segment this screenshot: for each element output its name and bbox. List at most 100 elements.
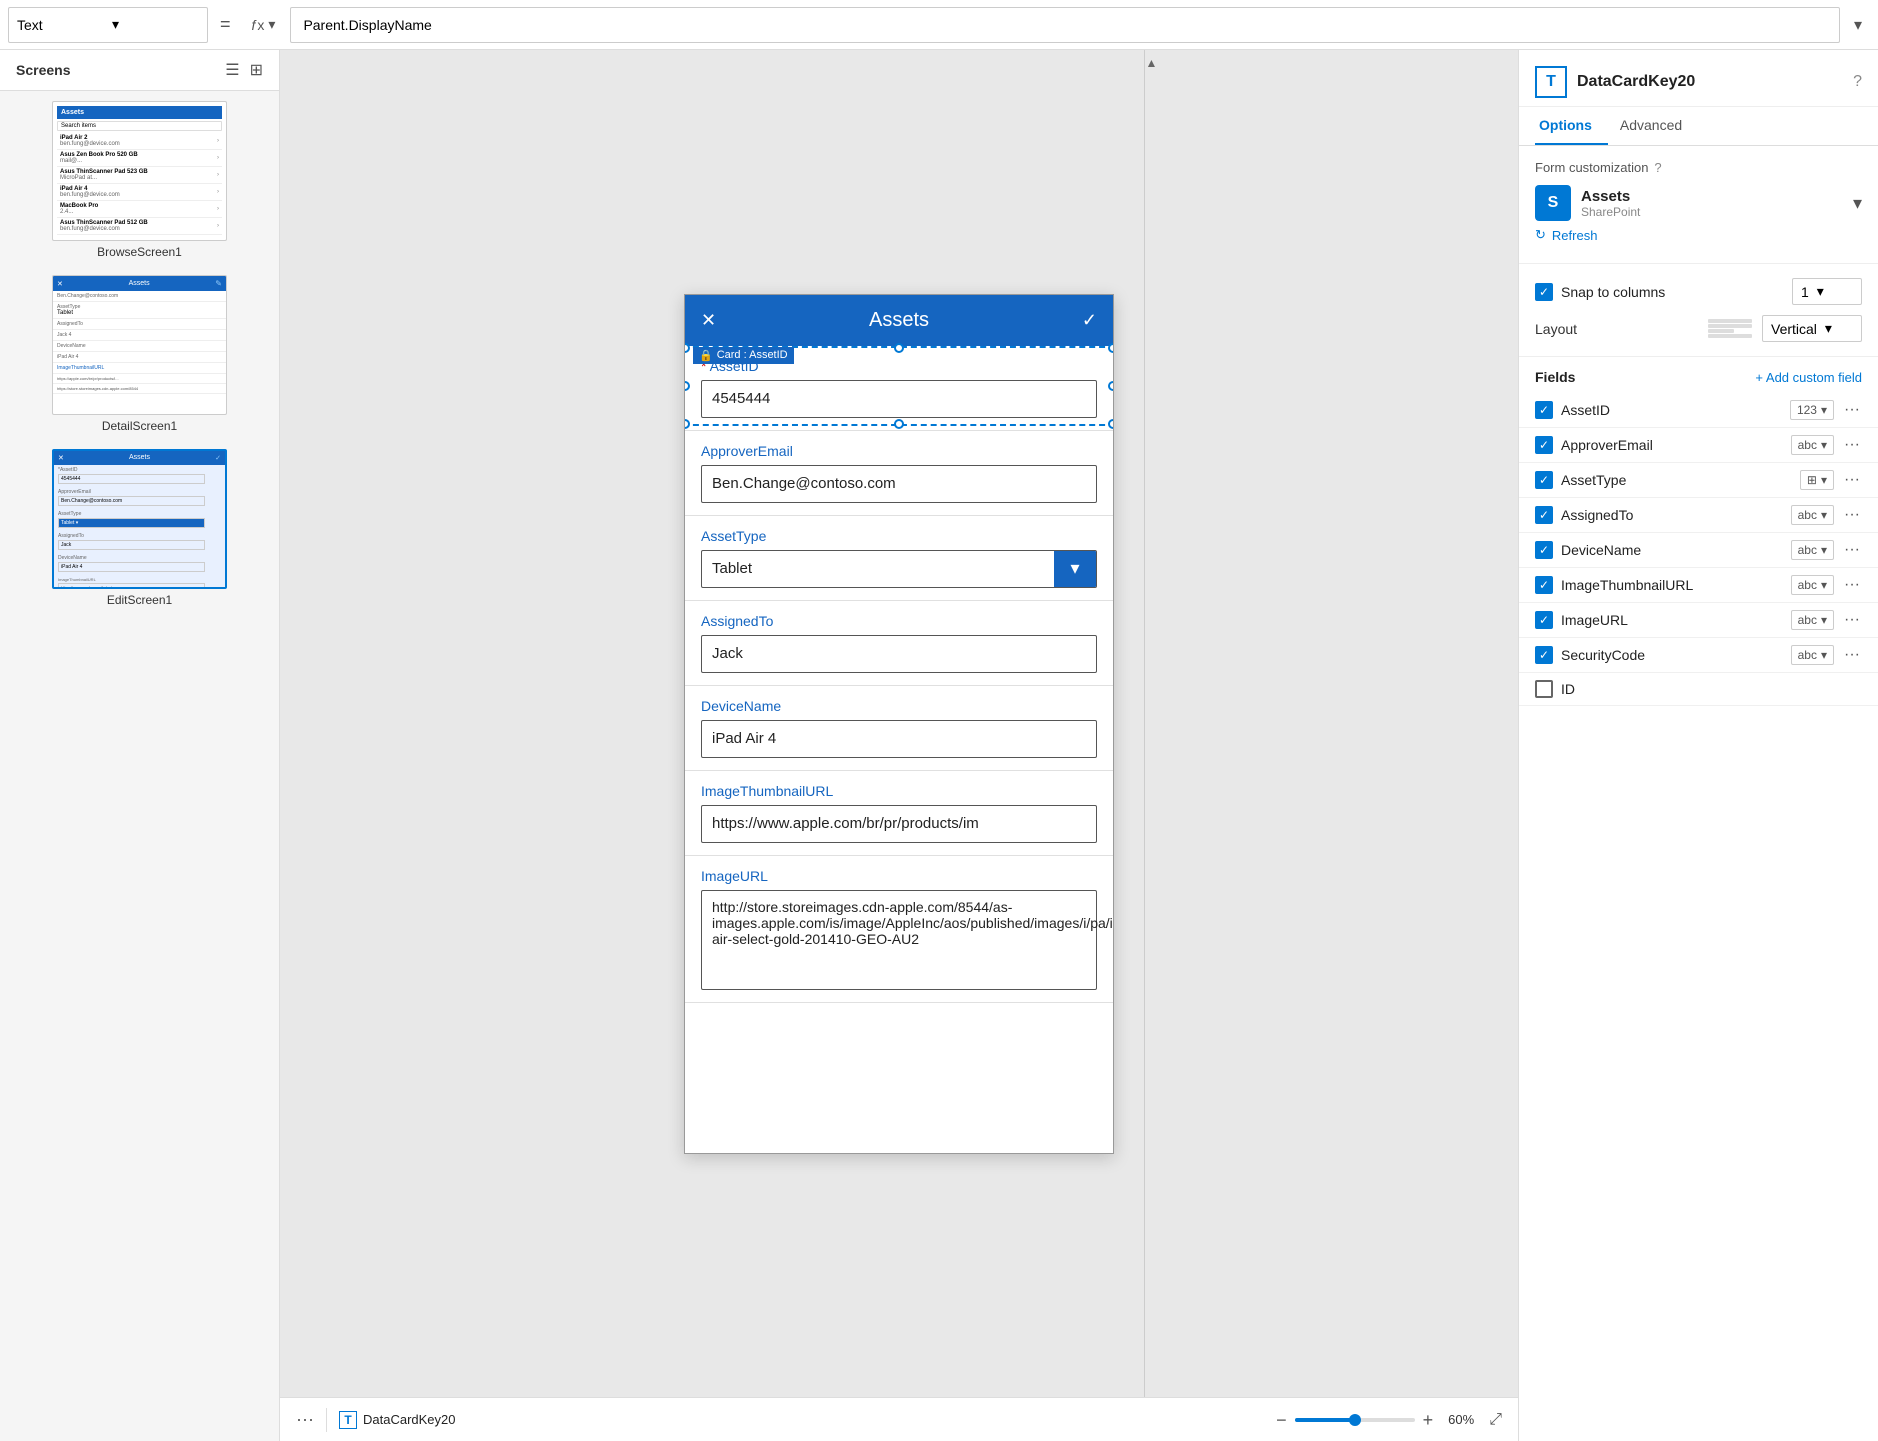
refresh-button[interactable]: ↻ Refresh	[1535, 221, 1862, 249]
lock-icon: 🔒	[699, 349, 713, 362]
columns-select[interactable]: 1 ▾	[1792, 278, 1862, 305]
equals-sign: =	[214, 14, 237, 35]
imageurl-input[interactable]: http://store.storeimages.cdn-apple.com/8…	[701, 890, 1097, 990]
screen-item-edit[interactable]: ✕ Assets ✓ *AssetID 4545444 ApproverEmai…	[10, 449, 269, 607]
imageurl-type[interactable]: abc ▾	[1791, 610, 1834, 630]
field-row-imagethumbnailurl[interactable]: ✓ ImageThumbnailURL abc ▾ ···	[1519, 568, 1878, 603]
field-name-id: ID	[1561, 681, 1862, 697]
help-icon[interactable]: ?	[1853, 73, 1862, 91]
layout-value: Vertical	[1771, 321, 1817, 337]
field-row-securitycode[interactable]: ✓ SecurityCode abc ▾ ···	[1519, 638, 1878, 673]
datasource-name: Assets	[1581, 188, 1640, 205]
field-name-assetid: AssetID	[1561, 402, 1782, 418]
assignedto-type[interactable]: abc ▾	[1791, 505, 1834, 525]
imageurl-checkbox[interactable]: ✓	[1535, 611, 1553, 629]
field-row-id[interactable]: ID	[1519, 673, 1878, 706]
component-type-dropdown[interactable]: Text ▾	[8, 7, 208, 43]
zoom-slider[interactable]	[1295, 1418, 1415, 1422]
type-chevron-icon: ▾	[1821, 508, 1827, 522]
imageurl-more-icon[interactable]: ···	[1842, 611, 1862, 629]
assettype-checkbox[interactable]: ✓	[1535, 471, 1553, 489]
tab-advanced[interactable]: Advanced	[1616, 107, 1698, 145]
snap-left: ✓ Snap to columns	[1535, 283, 1665, 301]
add-custom-field-button[interactable]: + Add custom field	[1755, 370, 1862, 385]
securitycode-type[interactable]: abc ▾	[1791, 645, 1834, 665]
approveremail-more-icon[interactable]: ···	[1842, 436, 1862, 454]
devicename-checkbox[interactable]: ✓	[1535, 541, 1553, 559]
more-options-button[interactable]: ···	[296, 1409, 314, 1430]
devicename-input[interactable]: iPad Air 4	[701, 720, 1097, 758]
assignedto-label: AssignedTo	[701, 613, 1097, 629]
fx-button[interactable]: fx ▾	[243, 11, 285, 38]
assettype-dropdown-btn[interactable]: ▾	[1054, 551, 1096, 587]
imagethumbnailurl-type[interactable]: abc ▾	[1791, 575, 1834, 595]
assignedto-more-icon[interactable]: ···	[1842, 506, 1862, 524]
securitycode-more-icon[interactable]: ···	[1842, 646, 1862, 664]
approveremail-checkbox[interactable]: ✓	[1535, 436, 1553, 454]
grid-view-icon[interactable]: ⊞	[250, 60, 263, 80]
zoom-slider-thumb[interactable]	[1349, 1414, 1361, 1426]
assetid-checkbox[interactable]: ✓	[1535, 401, 1553, 419]
securitycode-checkbox[interactable]: ✓	[1535, 646, 1553, 664]
snap-checkbox[interactable]: ✓	[1535, 283, 1553, 301]
browse-item-1: iPad Air 2 ben.fung@device.com ›	[57, 133, 222, 150]
browse-item-2: Asus Zen Book Pro 520 GB mail@... ›	[57, 150, 222, 167]
screen-item-detail[interactable]: ✕ Assets ✎ Ben.Change@contoso.com AssetT…	[10, 275, 269, 433]
browse-screen-label: BrowseScreen1	[97, 245, 182, 259]
field-row-devicename[interactable]: ✓ DeviceName abc ▾ ···	[1519, 533, 1878, 568]
phone-check-icon[interactable]: ✓	[1082, 310, 1097, 331]
screen-item-browse[interactable]: Assets Search items iPad Air 2 ben.fung@…	[10, 101, 269, 259]
list-view-icon[interactable]: ☰	[225, 60, 239, 80]
data-source-row: S Assets SharePoint ▾	[1535, 185, 1862, 221]
separator	[326, 1408, 327, 1432]
devicename-more-icon[interactable]: ···	[1842, 541, 1862, 559]
datasource-chevron-icon[interactable]: ▾	[1853, 193, 1862, 214]
assetid-input[interactable]: 4545444	[701, 380, 1097, 418]
field-name-assettype: AssetType	[1561, 472, 1792, 488]
field-row-assettype[interactable]: ✓ AssetType ⊞ ▾ ···	[1519, 463, 1878, 498]
zoom-controls: − + 60% ⤢	[1276, 1411, 1502, 1429]
imagethumbnailurl-more-icon[interactable]: ···	[1842, 576, 1862, 594]
columns-chevron-icon: ▾	[1817, 283, 1824, 300]
assettype-more-icon[interactable]: ···	[1842, 471, 1862, 489]
id-checkbox[interactable]	[1535, 680, 1553, 698]
zoom-in-button[interactable]: +	[1423, 1411, 1434, 1429]
form-customization-help-icon[interactable]: ?	[1654, 160, 1661, 175]
phone-close-icon[interactable]: ✕	[701, 310, 716, 331]
formula-value: Parent.DisplayName	[303, 17, 431, 33]
assettype-dropdown[interactable]: Tablet ▾	[701, 550, 1097, 588]
card-label-text: Card : AssetID	[717, 349, 788, 361]
tab-options[interactable]: Options	[1535, 107, 1608, 145]
form-field-approveremail: ApproverEmail Ben.Change@contoso.com	[685, 431, 1113, 516]
field-row-assetid[interactable]: ✓ AssetID 123 ▾ ···	[1519, 393, 1878, 428]
field-name-approveremail: ApproverEmail	[1561, 437, 1783, 453]
assignedto-input[interactable]: Jack	[701, 635, 1097, 673]
assetid-type[interactable]: 123 ▾	[1790, 400, 1834, 420]
approveremail-type[interactable]: abc ▾	[1791, 435, 1834, 455]
zoom-out-button[interactable]: −	[1276, 1411, 1287, 1429]
imagethumbnailurl-checkbox[interactable]: ✓	[1535, 576, 1553, 594]
assetid-more-icon[interactable]: ···	[1842, 401, 1862, 419]
datacardkey-icon: T	[339, 1411, 357, 1429]
phone-frame: ✕ Assets ✓ 🔒 Card : AssetID	[684, 294, 1114, 1154]
field-row-imageurl[interactable]: ✓ ImageURL abc ▾ ···	[1519, 603, 1878, 638]
formula-chevron-icon[interactable]: ▾	[1846, 15, 1870, 35]
layout-select[interactable]: Vertical ▾	[1762, 315, 1862, 342]
canvas-scrollbar[interactable]: ▲	[1144, 50, 1158, 1397]
field-row-assignedto[interactable]: ✓ AssignedTo abc ▾ ···	[1519, 498, 1878, 533]
imagethumbnail-input[interactable]: https://www.apple.com/br/pr/products/im	[701, 805, 1097, 843]
datacardkey-panel-icon: T	[1535, 66, 1567, 98]
assignedto-checkbox[interactable]: ✓	[1535, 506, 1553, 524]
devicename-type[interactable]: abc ▾	[1791, 540, 1834, 560]
browse-item-3: Asus ThinScanner Pad 523 GB MicroPad at.…	[57, 167, 222, 184]
type-chevron-icon: ▾	[1821, 438, 1827, 452]
formula-input[interactable]: Parent.DisplayName	[290, 7, 1840, 43]
field-row-approveremail[interactable]: ✓ ApproverEmail abc ▾ ···	[1519, 428, 1878, 463]
expand-icon[interactable]: ⤢	[1489, 1411, 1502, 1429]
assettype-type[interactable]: ⊞ ▾	[1800, 470, 1834, 490]
approveremail-input[interactable]: Ben.Change@contoso.com	[701, 465, 1097, 503]
scroll-up-icon[interactable]: ▲	[1146, 56, 1158, 70]
form-customization-section: Form customization ? S Assets SharePoint…	[1519, 146, 1878, 264]
component-indicator: T DataCardKey20	[339, 1411, 456, 1429]
screens-sidebar: Screens ☰ ⊞ Assets Search items iPad Air…	[0, 50, 280, 1441]
